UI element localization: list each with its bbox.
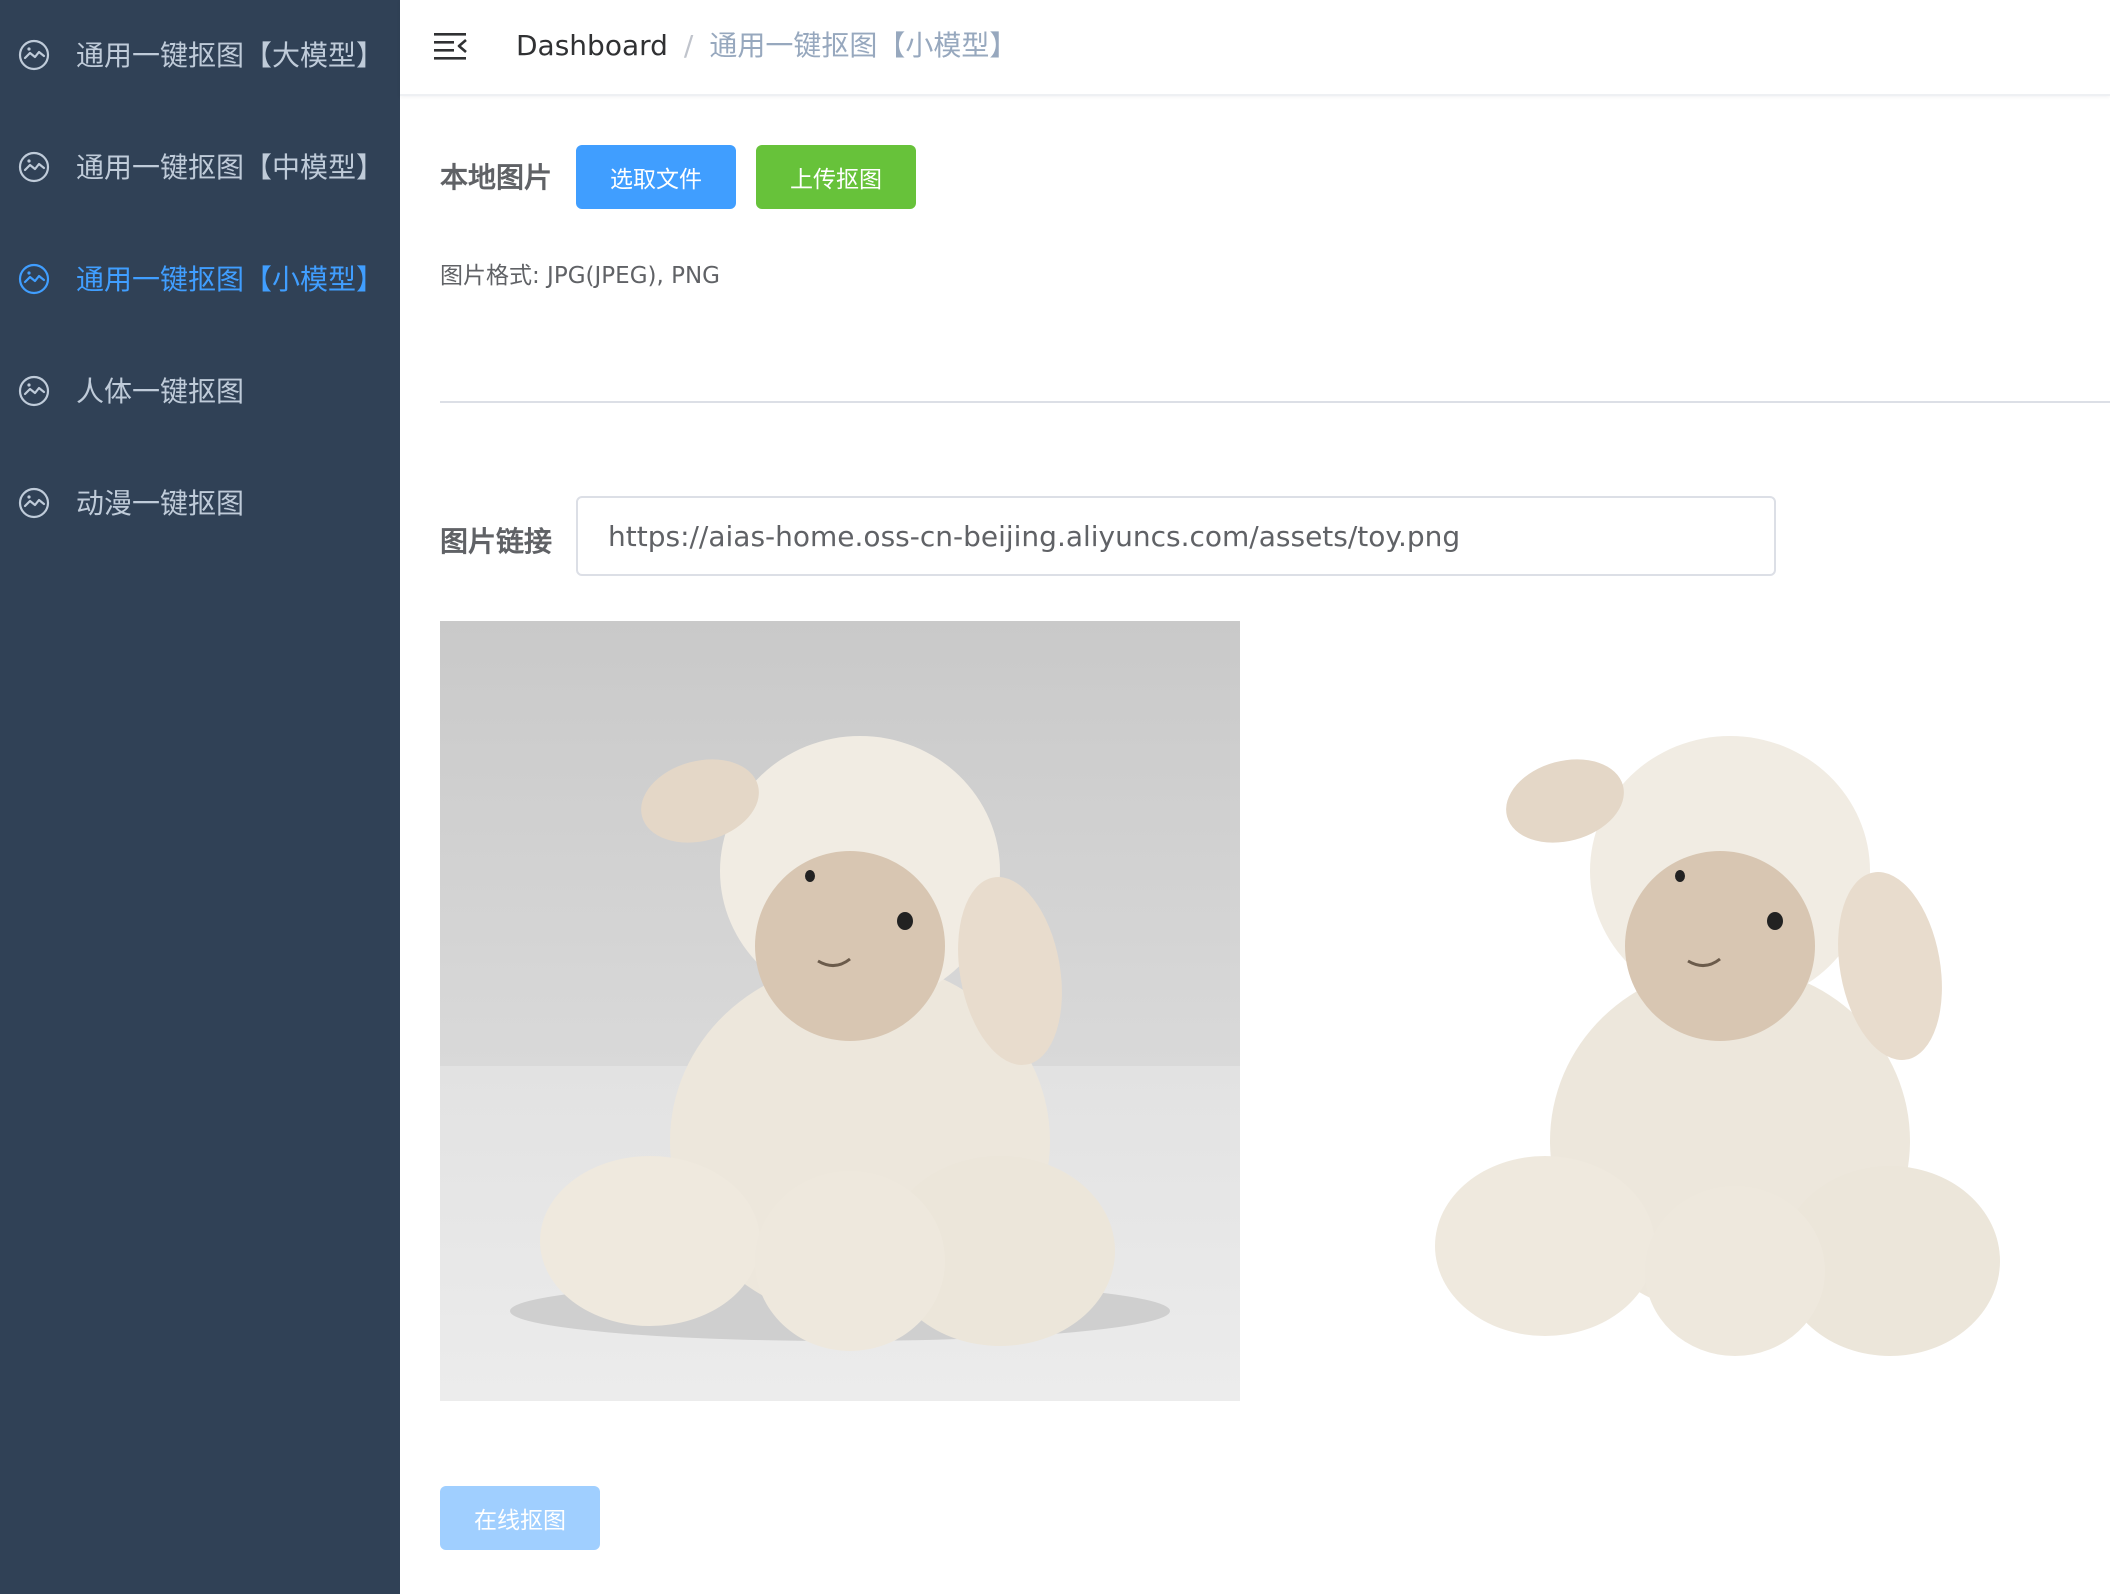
- sidebar-item-label: 人体一键抠图: [76, 375, 245, 408]
- breadcrumb-current: 通用一键抠图【小模型】: [709, 29, 1018, 62]
- original-image: [440, 621, 1240, 1401]
- image-icon: [18, 263, 50, 295]
- image-url-label: 图片链接: [440, 525, 553, 558]
- navbar: Dashboard / 通用一键抠图【小模型】: [400, 0, 2110, 96]
- image-icon: [18, 39, 50, 71]
- image-icon: [18, 151, 50, 183]
- sidebar-item-label: 动漫一键抠图: [76, 487, 245, 520]
- main-content: 本地图片 选取文件 上传抠图 图片格式: JPG(JPEG), PNG 图片链接: [400, 96, 2110, 1594]
- hamburger-icon[interactable]: [432, 28, 468, 64]
- divider: [440, 401, 2110, 403]
- sidebar-item-general-medium[interactable]: 通用一键抠图【中模型】: [0, 112, 400, 224]
- image-icon: [18, 487, 50, 519]
- upload-matting-button[interactable]: 上传抠图: [756, 145, 916, 209]
- sidebar-item-general-small[interactable]: 通用一键抠图【小模型】: [0, 224, 400, 336]
- sidebar-item-label: 通用一键抠图【小模型】: [76, 263, 385, 296]
- online-matting-button[interactable]: 在线抠图: [440, 1486, 600, 1550]
- breadcrumb-separator: /: [683, 29, 694, 62]
- image-icon: [18, 375, 50, 407]
- sidebar-item-label: 通用一键抠图【大模型】: [76, 39, 385, 72]
- choose-file-button[interactable]: 选取文件: [576, 145, 736, 209]
- breadcrumb: Dashboard / 通用一键抠图【小模型】: [516, 0, 1017, 92]
- image-url-input[interactable]: [576, 496, 1776, 576]
- sidebar-item-general-large[interactable]: 通用一键抠图【大模型】: [0, 0, 400, 112]
- sidebar-item-anime[interactable]: 动漫一键抠图: [0, 448, 400, 560]
- breadcrumb-home[interactable]: Dashboard: [516, 29, 668, 62]
- sidebar-item-human[interactable]: 人体一键抠图: [0, 336, 400, 448]
- local-image-label: 本地图片: [440, 161, 553, 194]
- format-hint: 图片格式: JPG(JPEG), PNG: [440, 263, 721, 289]
- result-image: [1390, 621, 2030, 1401]
- sidebar: 通用一键抠图【大模型】 通用一键抠图【中模型】 通用一键抠图【小模型】 人体一键…: [0, 0, 400, 1594]
- sidebar-item-label: 通用一键抠图【中模型】: [76, 151, 385, 184]
